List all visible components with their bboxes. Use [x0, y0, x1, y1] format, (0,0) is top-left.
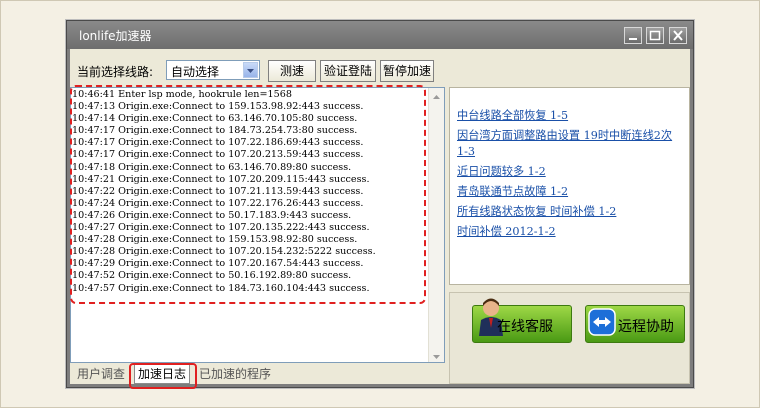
chevron-down-icon: [247, 69, 254, 73]
tab-user-survey[interactable]: 用户调查: [74, 365, 128, 383]
log-line: 10:47:29 Origin.exe:Connect to 107.20.16…: [72, 258, 364, 270]
tab-acceleration-log[interactable]: 加速日志: [134, 365, 191, 384]
news-list: 中台线路全部恢复 1-5 因台湾方面调整路由设置 19时中断连线2次 1-3 近…: [457, 108, 689, 244]
scroll-down-button[interactable]: [430, 348, 443, 361]
news-link[interactable]: 因台湾方面调整路由设置 19时中断连线2次: [457, 128, 689, 144]
online-service-label: 在线客服: [497, 319, 553, 335]
news-panel: 中台线路全部恢复 1-5 因台湾方面调整路由设置 19时中断连线2次 1-3 近…: [449, 87, 690, 285]
news-link[interactable]: 所有线路状态恢复 时间补偿 1-2: [457, 204, 689, 220]
close-icon: [673, 30, 683, 41]
log-scrollbar[interactable]: [428, 88, 444, 362]
scroll-down-icon: [433, 355, 440, 359]
news-link[interactable]: 1-3: [457, 144, 689, 160]
log-line: 10:47:21 Origin.exe:Connect to 107.20.20…: [72, 173, 370, 185]
log-line: 10:47:13 Origin.exe:Connect to 159.153.9…: [72, 101, 364, 113]
verify-login-button[interactable]: 验证登陆: [320, 60, 376, 82]
tab-accelerated-programs[interactable]: 已加速的程序: [196, 365, 274, 383]
remote-assist-button[interactable]: 远程协助: [585, 305, 685, 343]
dropdown-arrow-button[interactable]: [243, 62, 258, 78]
title-bar[interactable]: lonlife加速器: [67, 21, 693, 49]
news-link[interactable]: 中台线路全部恢复 1-5: [457, 108, 689, 124]
online-service-button[interactable]: 在线客服: [472, 298, 572, 343]
route-select[interactable]: 自动选择: [166, 60, 260, 80]
app-window: lonlife加速器 当前选择线路: 自动选择 测速 验证登陆 暂停加速 10:…: [66, 20, 694, 389]
client-area: 当前选择线路: 自动选择 测速 验证登陆 暂停加速 10:46:41 Enter…: [70, 49, 690, 389]
route-select-value: 自动选择: [171, 65, 220, 79]
log-line: 10:47:22 Origin.exe:Connect to 107.21.11…: [72, 185, 364, 197]
log-line: 10:46:41 Enter lsp mode, hookrule len=15…: [72, 89, 292, 100]
log-line: 10:47:52 Origin.exe:Connect to 50.16.192…: [72, 270, 352, 282]
maximize-button[interactable]: [646, 27, 664, 44]
news-link[interactable]: 近日问题较多 1-2: [457, 164, 689, 180]
log-line: 10:47:26 Origin.exe:Connect to 50.17.183…: [72, 209, 352, 221]
scroll-up-icon: [433, 95, 440, 99]
log-text: 10:46:41 Enter lsp mode, hookrule len=15…: [72, 89, 376, 295]
tab-bar: 用户调查 加速日志 已加速的程序: [70, 363, 445, 389]
log-line: 10:47:14 Origin.exe:Connect to 63.146.70…: [72, 113, 358, 125]
speed-test-button[interactable]: 测速: [268, 60, 316, 82]
acceleration-log[interactable]: 10:46:41 Enter lsp mode, hookrule len=15…: [70, 85, 445, 363]
close-button[interactable]: [669, 27, 687, 44]
route-label: 当前选择线路:: [77, 65, 154, 79]
maximize-icon: [649, 30, 661, 41]
minimize-button[interactable]: [624, 27, 642, 44]
log-line: 10:47:28 Origin.exe:Connect to 107.20.15…: [72, 246, 376, 258]
log-line: 10:47:17 Origin.exe:Connect to 107.22.18…: [72, 137, 364, 149]
minimize-icon: [629, 38, 637, 40]
support-panel: 在线客服 远程协助: [449, 292, 690, 384]
window-title: lonlife加速器: [79, 29, 152, 43]
scroll-up-button[interactable]: [430, 89, 443, 102]
log-line: 10:47:17 Origin.exe:Connect to 184.73.25…: [72, 125, 358, 137]
log-line: 10:47:17 Origin.exe:Connect to 107.20.21…: [72, 149, 364, 161]
log-line: 10:47:27 Origin.exe:Connect to 107.20.13…: [72, 222, 370, 234]
log-line: 10:47:57 Origin.exe:Connect to 184.73.16…: [72, 282, 370, 294]
pause-acceleration-button[interactable]: 暂停加速: [380, 60, 434, 82]
log-line: 10:47:24 Origin.exe:Connect to 107.22.17…: [72, 197, 364, 209]
remote-assist-icon: [588, 308, 616, 336]
log-line: 10:47:18 Origin.exe:Connect to 63.146.70…: [72, 161, 352, 173]
news-link[interactable]: 青岛联通节点故障 1-2: [457, 184, 689, 200]
remote-assist-label: 远程协助: [618, 319, 674, 335]
news-link[interactable]: 时间补偿 2012-1-2: [457, 224, 689, 240]
log-line: 10:47:28 Origin.exe:Connect to 159.153.9…: [72, 234, 358, 246]
